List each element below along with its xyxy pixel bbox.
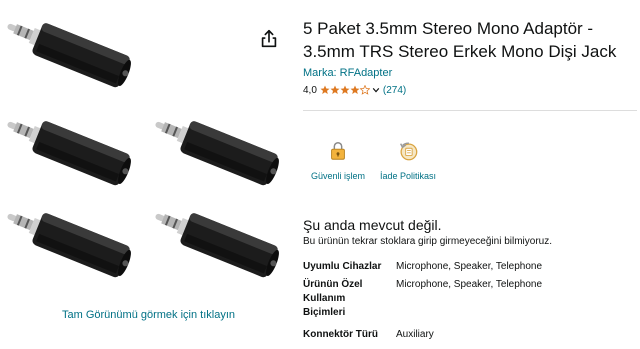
spec-value: Microphone, Speaker, Telephone [396,261,543,272]
divider [303,110,637,111]
spec-value: Auxiliary [396,329,434,340]
secure-transaction-label: Güvenli işlem [311,171,366,181]
secure-transaction-icon [331,142,345,160]
adapter-image [148,196,298,292]
availability-note: Bu ürünün tekrar stoklara girip girmeyec… [303,236,552,247]
star-full-icon [320,85,330,94]
spec-value: Microphone, Speaker, Telephone [396,279,543,290]
product-title: 5 Paket 3.5mm Stereo Mono Adaptör - 3.5m… [303,19,617,61]
product-details: 5 Paket 3.5mm Stereo Mono Adaptör - 3.5m… [303,0,640,349]
share-button[interactable] [258,28,280,50]
adapter-image [0,6,150,102]
secure-transaction-feature[interactable]: Güvenli işlem [311,140,365,181]
share-icon [261,29,277,48]
rating-value: 4,0 [303,84,317,96]
star-full-icon [340,85,350,94]
adapter-image [0,104,150,200]
star-empty-icon [359,85,370,95]
full-view-link[interactable]: Tam Görünümü görmek için tıklayın [62,309,235,321]
spec-key: Uyumlu Cihazlar [303,261,382,272]
adapter-image [148,104,298,200]
availability-status: Şu anda mevcut değil. [303,217,442,233]
star-rating[interactable] [320,85,370,95]
return-policy-label: İade Politikası [380,171,437,181]
return-policy-icon [400,142,418,161]
star-full-icon [330,85,340,94]
rating-count-link[interactable]: (274) [383,85,406,96]
adapter-image [0,196,150,292]
product-image-gallery[interactable]: Tam Görünümü görmek için tıklayın [0,0,295,349]
spec-key: Konnektör Türü [303,329,378,340]
rating-summary[interactable]: 4,0 (274) [303,83,406,97]
chevron-down-icon[interactable] [372,86,380,94]
return-policy-feature[interactable]: İade Politikası [380,140,436,181]
brand-link[interactable]: Marka: RFAdapter [303,67,392,79]
star-full-icon [350,85,360,94]
spec-key: Ürünün Özel Kullanım Biçimleri [303,279,363,318]
